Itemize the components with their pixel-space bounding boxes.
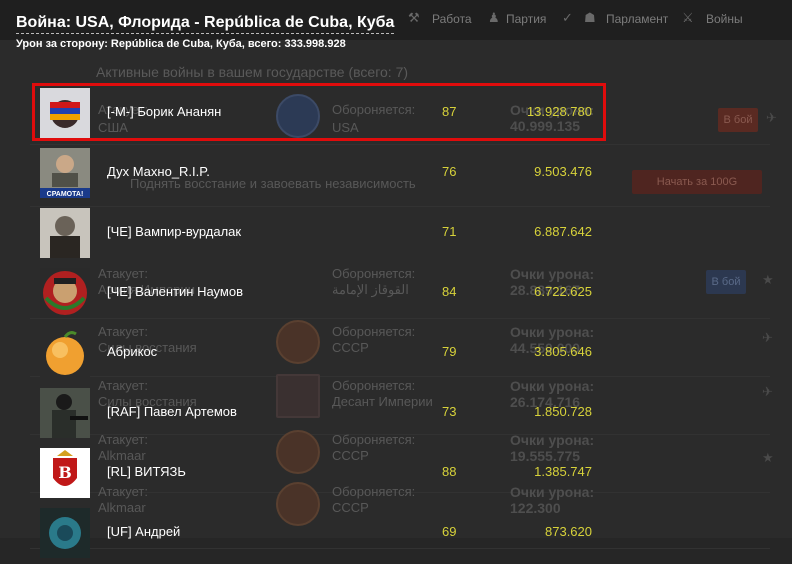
player-name[interactable]: [ЧЕ] Вампир-вурдалак <box>107 224 241 239</box>
avatar-badge: СРАМОТА! <box>47 191 84 198</box>
player-level: 76 <box>442 164 457 179</box>
portrait-avatar-icon[interactable] <box>40 208 90 258</box>
player-name[interactable]: [UF] Андрей <box>107 524 180 539</box>
player-level: 79 <box>442 344 457 359</box>
war-damage-popup: Война: USA, Флорида - República de Cuba,… <box>0 0 792 558</box>
shield-avatar-icon[interactable]: B <box>40 448 90 498</box>
player-row[interactable]: СРАМОТА! Дух Махно_R.I.P. 76 9.503.476 <box>38 144 618 204</box>
player-name[interactable]: Абрикос <box>107 344 157 359</box>
player-name[interactable]: [RL] ВИТЯЗЬ <box>107 464 186 479</box>
player-level: 69 <box>442 524 457 539</box>
highlight-frame <box>32 83 606 141</box>
player-name[interactable]: [ЧЕ] Валентин Наумов <box>107 284 243 299</box>
player-row[interactable]: [RAF] Павел Артемов 73 1.850.728 <box>38 384 618 444</box>
globe-avatar-icon[interactable] <box>40 508 90 558</box>
player-level: 71 <box>442 224 457 239</box>
player-level: 84 <box>442 284 457 299</box>
player-row[interactable]: Абрикос 79 3.805.646 <box>38 324 618 384</box>
player-damage: 6.887.642 <box>534 224 592 239</box>
player-damage: 9.503.476 <box>534 164 592 179</box>
damage-summary: Урон за сторону: República de Cuba, Куба… <box>16 38 346 50</box>
portrait-avatar-icon[interactable]: СРАМОТА! <box>40 148 90 198</box>
player-row[interactable]: [ЧЕ] Валентин Наумов 84 6.722.625 <box>38 264 618 324</box>
player-name[interactable]: [RAF] Павел Артемов <box>107 404 237 419</box>
player-row[interactable]: [ЧЕ] Вампир-вурдалак 71 6.887.642 <box>38 204 618 264</box>
player-name[interactable]: Дух Махно_R.I.P. <box>107 164 210 179</box>
player-damage: 1.850.728 <box>534 404 592 419</box>
apricot-avatar-icon[interactable] <box>40 328 90 378</box>
svg-text:B: B <box>58 463 72 482</box>
player-level: 73 <box>442 404 457 419</box>
soldier-avatar-icon[interactable] <box>40 388 90 438</box>
emblem-avatar-icon[interactable] <box>40 268 90 318</box>
damage-label: Урон за сторону: República de Cuba, Куба… <box>16 38 282 50</box>
player-damage: 6.722.625 <box>534 284 592 299</box>
player-row[interactable]: B [RL] ВИТЯЗЬ 88 1.385.747 <box>38 444 618 504</box>
war-title[interactable]: Война: USA, Флорида - República de Cuba,… <box>16 14 395 34</box>
player-damage: 3.805.646 <box>534 344 592 359</box>
player-damage: 873.620 <box>545 524 592 539</box>
player-damage: 1.385.747 <box>534 464 592 479</box>
player-level: 88 <box>442 464 457 479</box>
damage-total: 333.998.928 <box>284 38 346 50</box>
player-row[interactable]: [UF] Андрей 69 873.620 <box>38 504 618 564</box>
